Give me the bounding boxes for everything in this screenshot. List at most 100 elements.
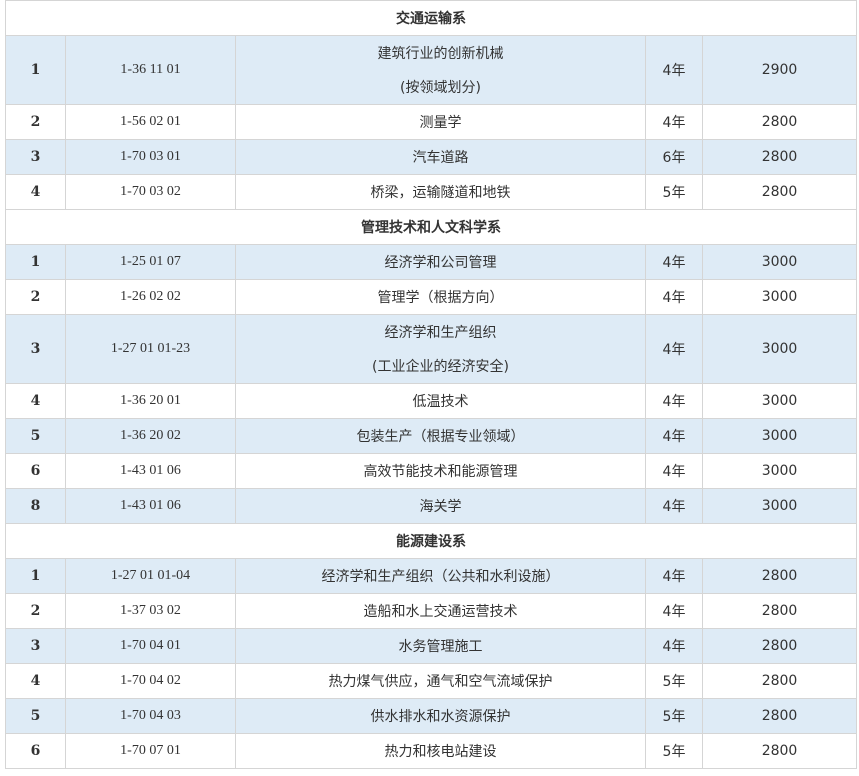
specialty-code: 1-70 03 02 [65, 174, 236, 210]
table-row: 5 1-36 20 02 包装生产（根据专业领域） 4年 3000 [5, 418, 858, 454]
specialty-code: 1-56 02 01 [65, 104, 236, 140]
specialty-code: 1-27 01 01-04 [65, 558, 236, 594]
tuition-fee: 2800 [701, 698, 858, 734]
table-row: 5 1-70 04 03 供水排水和水资源保护 5年 2800 [5, 698, 858, 734]
table-row: 6 1-43 01 06 高效节能技术和能源管理 4年 3000 [5, 453, 858, 489]
majors-table-body: 交通运输系 1 1-36 11 01 建筑行业的创新机械 (按领域划分) 4年 2900 2 1… [4, 0, 858, 769]
tuition-fee: 3000 [701, 488, 858, 524]
table-row: 1 1-25 01 07 经济学和公司管理 4年 3000 [5, 244, 858, 280]
specialty-name-line1: 经济学和生产组织 [384, 325, 497, 341]
specialty-name-line1: 测量学 [419, 115, 462, 131]
study-duration: 4年 [645, 104, 703, 140]
study-duration: 5年 [645, 698, 703, 734]
specialty-name: 低温技术 [235, 383, 646, 419]
row-number: 1 [5, 558, 66, 594]
tuition-fee: 2800 [701, 663, 858, 699]
section-header-row: 管理技术和人文科学系 [4, 209, 858, 245]
tuition-fee: 2800 [701, 593, 858, 629]
row-number: 3 [5, 139, 66, 175]
tuition-fee: 3000 [701, 418, 858, 454]
tuition-fee: 2800 [701, 733, 858, 769]
row-number: 8 [5, 488, 66, 524]
tuition-fee: 2800 [701, 174, 858, 210]
row-number: 3 [5, 628, 66, 664]
row-number: 1 [5, 35, 66, 105]
specialty-code: 1-27 01 01-23 [65, 314, 236, 384]
study-duration: 5年 [645, 663, 703, 699]
section-title: 能源建设系 [4, 523, 858, 559]
specialty-code: 1-43 01 06 [65, 453, 236, 489]
table-row: 4 1-70 04 02 热力煤气供应，通气和空气流域保护 5年 2800 [5, 663, 858, 699]
specialty-name: 水务管理施工 [235, 628, 646, 664]
study-duration: 4年 [645, 279, 703, 315]
study-duration: 4年 [645, 244, 703, 280]
specialty-name-line1: 水务管理施工 [398, 639, 483, 655]
specialty-name: 热力煤气供应，通气和空气流域保护 [235, 663, 646, 699]
section-title: 管理技术和人文科学系 [4, 209, 858, 245]
specialty-name-line1: 高效节能技术和能源管理 [363, 464, 518, 480]
tuition-fee: 3000 [701, 314, 858, 384]
specialty-name-line1: 热力煤气供应，通气和空气流域保护 [328, 674, 553, 690]
row-number: 2 [5, 593, 66, 629]
row-number: 3 [5, 314, 66, 384]
specialty-name-line1: 汽车道路 [412, 150, 469, 166]
study-duration: 4年 [645, 35, 703, 105]
specialty-name-line1: 经济学和生产组织（公共和水利设施） [321, 569, 560, 585]
specialty-name: 经济学和生产组织（公共和水利设施） [235, 558, 646, 594]
specialty-code: 1-70 04 02 [65, 663, 236, 699]
table-row: 8 1-43 01 06 海关学 4年 3000 [5, 488, 858, 524]
specialty-code: 1-36 11 01 [65, 35, 236, 105]
tuition-fee: 2800 [701, 104, 858, 140]
study-duration: 5年 [645, 733, 703, 769]
specialty-name-line1: 桥梁，运输隧道和地铁 [370, 185, 511, 201]
specialty-name-line2: (工业企业的经济安全) [372, 359, 509, 375]
tuition-fee: 3000 [701, 383, 858, 419]
section-header-row: 交通运输系 [4, 0, 858, 36]
specialty-name: 造船和水上交通运营技术 [235, 593, 646, 629]
specialty-name: 海关学 [235, 488, 646, 524]
specialty-name-line1: 造船和水上交通运营技术 [363, 604, 518, 620]
table-row: 3 1-27 01 01-23 经济学和生产组织 (工业企业的经济安全) 4年 3000 [5, 314, 858, 384]
tuition-fee: 2800 [701, 558, 858, 594]
specialty-code: 1-43 01 06 [65, 488, 236, 524]
table-row: 1 1-27 01 01-04 经济学和生产组织（公共和水利设施） 4年 2800 [5, 558, 858, 594]
table-row: 4 1-70 03 02 桥梁，运输隧道和地铁 5年 2800 [5, 174, 858, 210]
table-row: 4 1-36 20 01 低温技术 4年 3000 [5, 383, 858, 419]
specialty-name-line1: 建筑行业的创新机械 [377, 46, 504, 62]
specialty-code: 1-37 03 02 [65, 593, 236, 629]
table-row: 3 1-70 04 01 水务管理施工 4年 2800 [5, 628, 858, 664]
specialty-name-line1: 管理学（根据方向） [377, 290, 504, 306]
specialty-name-line1: 低温技术 [412, 394, 469, 410]
specialty-code: 1-70 04 01 [65, 628, 236, 664]
specialty-name: 供水排水和水资源保护 [235, 698, 646, 734]
tuition-fee: 3000 [701, 244, 858, 280]
table-row: 3 1-70 03 01 汽车道路 6年 2800 [5, 139, 858, 175]
tuition-fee: 3000 [701, 453, 858, 489]
specialty-name-line2: (按领域划分) [400, 80, 481, 96]
specialty-name-line1: 热力和核电站建设 [384, 744, 497, 760]
specialty-name-line1: 包装生产（根据专业领域） [356, 429, 525, 445]
specialty-name: 管理学（根据方向） [235, 279, 646, 315]
row-number: 2 [5, 104, 66, 140]
specialty-code: 1-36 20 02 [65, 418, 236, 454]
study-duration: 4年 [645, 593, 703, 629]
row-number: 2 [5, 279, 66, 315]
section-title: 交通运输系 [4, 0, 858, 36]
row-number: 4 [5, 663, 66, 699]
specialty-code: 1-70 03 01 [65, 139, 236, 175]
table-row: 2 1-26 02 02 管理学（根据方向） 4年 3000 [5, 279, 858, 315]
table-row: 1 1-36 11 01 建筑行业的创新机械 (按领域划分) 4年 2900 [5, 35, 858, 105]
specialty-code: 1-70 04 03 [65, 698, 236, 734]
study-duration: 4年 [645, 314, 703, 384]
specialty-name: 建筑行业的创新机械 (按领域划分) [235, 35, 646, 105]
tuition-fee: 3000 [701, 279, 858, 315]
specialty-name: 经济学和生产组织 (工业企业的经济安全) [235, 314, 646, 384]
specialty-name-line1: 海关学 [419, 499, 462, 515]
row-number: 4 [5, 174, 66, 210]
specialty-name: 包装生产（根据专业领域） [235, 418, 646, 454]
tuition-fee: 2800 [701, 139, 858, 175]
specialty-code: 1-25 01 07 [65, 244, 236, 280]
table-row: 6 1-70 07 01 热力和核电站建设 5年 2800 [5, 733, 858, 769]
tuition-fee: 2800 [701, 628, 858, 664]
specialty-name: 测量学 [235, 104, 646, 140]
